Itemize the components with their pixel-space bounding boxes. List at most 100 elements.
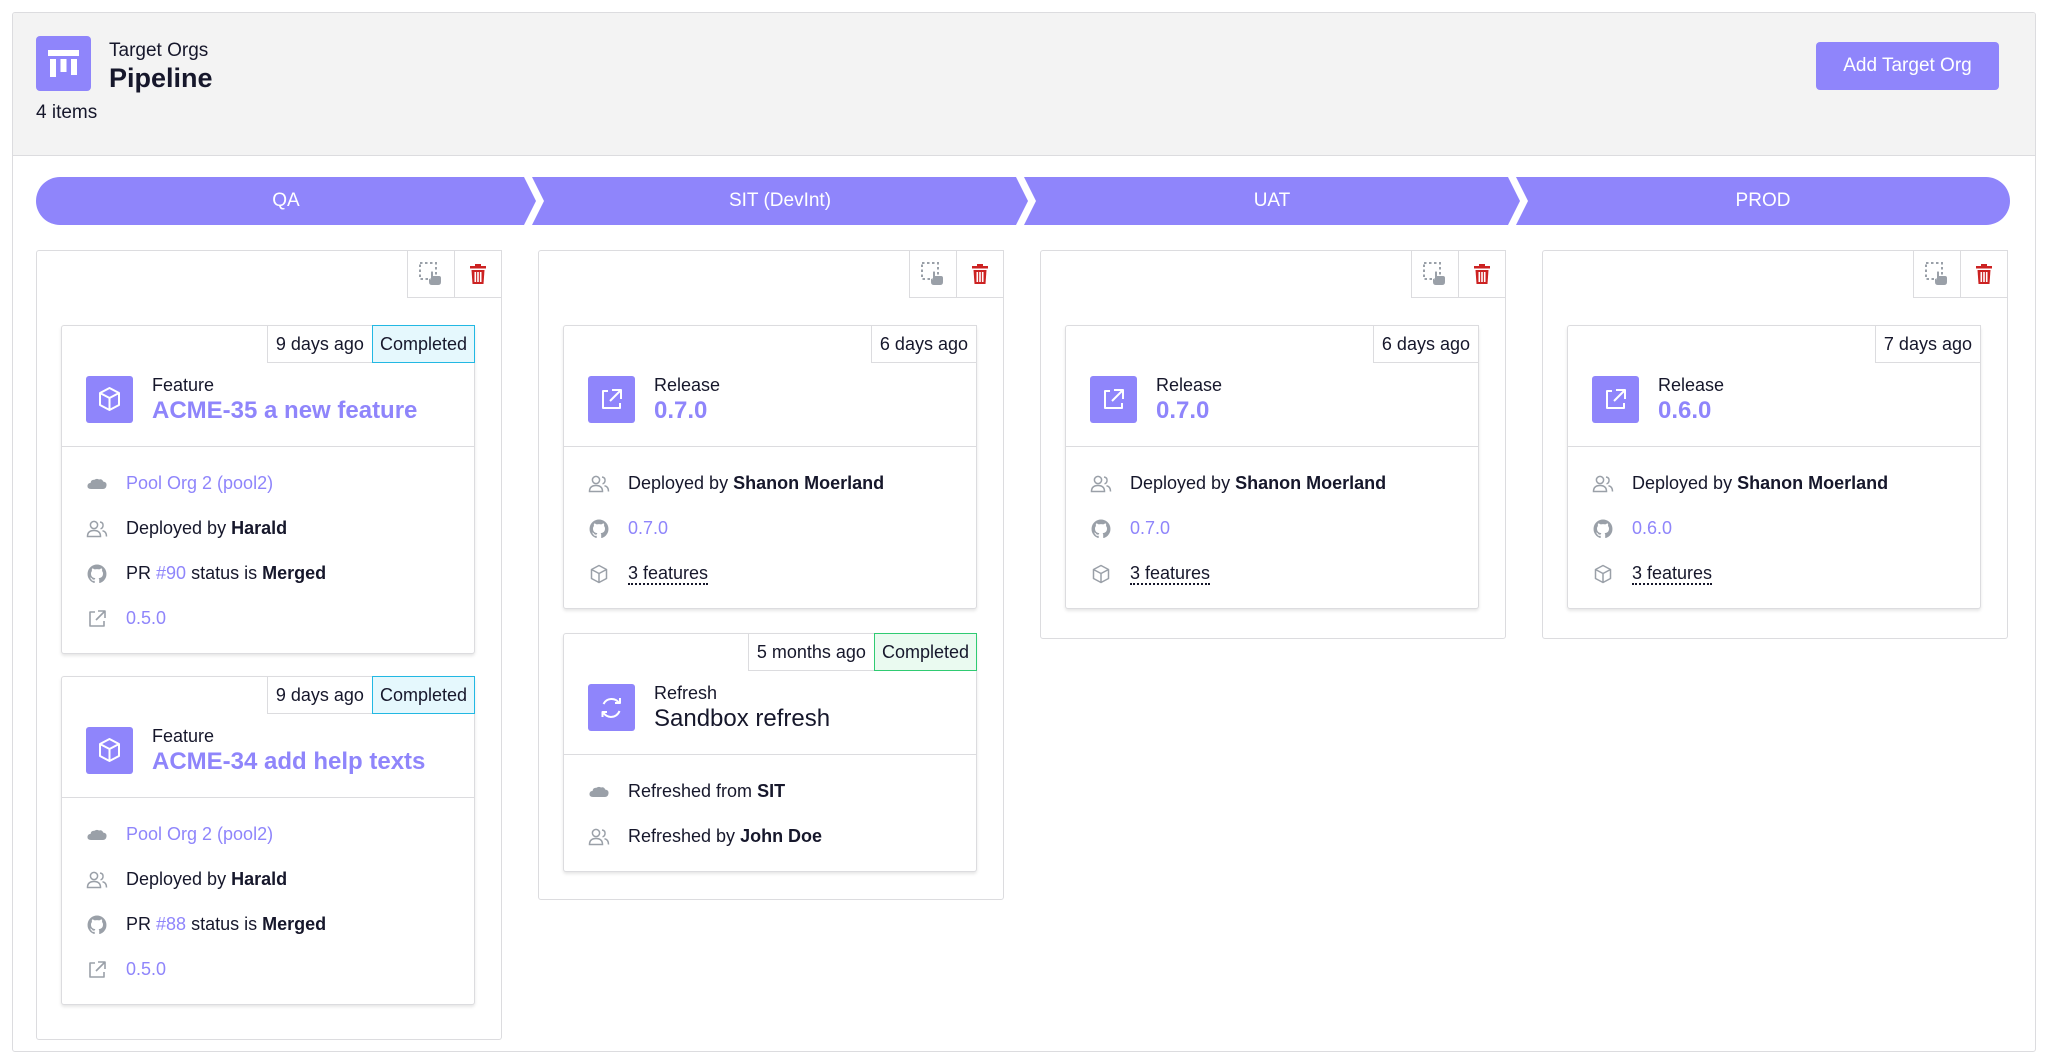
deployed-row: Deployed by Harald — [86, 857, 450, 902]
refreshed-by: John Doe — [740, 826, 823, 846]
refreshed-from-row: Refreshed from SIT — [588, 769, 952, 814]
select-icon — [1423, 262, 1445, 285]
time-badge: 6 days ago — [1372, 325, 1479, 363]
release-card[interactable]: 6 days ago Release 0.7.0 Deployed by Sha… — [563, 325, 977, 609]
select-button[interactable] — [1411, 250, 1459, 298]
features-link[interactable]: 3 features — [1130, 563, 1211, 585]
release-card[interactable]: 6 days ago Release 0.7.0 Deployed by Sha… — [1065, 325, 1479, 609]
trash-icon — [1976, 264, 1992, 284]
select-button[interactable] — [909, 250, 957, 298]
github-icon — [86, 563, 108, 585]
version-row: 0.6.0 — [1592, 506, 1956, 551]
refreshed-by-prefix: Refreshed by — [628, 826, 741, 846]
deployed-by: Shanon Moerland — [1737, 473, 1889, 493]
refresh-icon — [588, 684, 635, 731]
trash-icon — [470, 264, 486, 284]
card-type: Release — [654, 375, 721, 395]
pr-prefix: PR — [126, 914, 157, 934]
users-icon — [588, 473, 610, 495]
deployed-by: Harald — [231, 869, 288, 889]
card-title-link[interactable]: 0.6.0 — [1658, 397, 1711, 425]
cube-icon — [86, 727, 133, 774]
stage-qa[interactable]: QA — [36, 177, 536, 225]
deployment-card[interactable]: 9 days ago Completed Feature ACME-34 add… — [61, 676, 475, 1005]
column-uat: 6 days ago Release 0.7.0 Deployed by Sha… — [1040, 250, 1506, 639]
status-badge: Completed — [873, 633, 977, 671]
status-badge: Completed — [371, 676, 475, 714]
external-link-icon — [86, 608, 108, 630]
pipeline-page: Target Orgs Pipeline 4 items Add Target … — [12, 12, 2036, 1052]
card-title-link[interactable]: ACME-34 add help texts — [152, 748, 425, 776]
stage-prod[interactable]: PROD — [1516, 177, 2010, 225]
column-sit: 6 days ago Release 0.7.0 Deployed by Sha… — [538, 250, 1004, 900]
features-link[interactable]: 3 features — [1632, 563, 1713, 585]
pr-link[interactable]: #90 — [156, 563, 186, 583]
refresh-card[interactable]: 5 months ago Completed Refresh Sandbox r… — [563, 633, 977, 872]
deployed-by: Harald — [231, 518, 288, 538]
deployed-prefix: Deployed by — [628, 473, 734, 493]
trash-icon — [972, 264, 988, 284]
page-title: Pipeline — [109, 63, 213, 93]
cube-icon — [1090, 563, 1112, 585]
external-link-icon — [86, 959, 108, 981]
deployment-card[interactable]: 9 days ago Completed Feature ACME-35 a n… — [61, 325, 475, 654]
card-title-link[interactable]: ACME-35 a new feature — [152, 397, 417, 425]
pr-prefix: PR — [126, 563, 157, 583]
card-title-link[interactable]: 0.7.0 — [654, 397, 707, 425]
external-link-icon — [1592, 376, 1639, 423]
column-qa: 9 days ago Completed Feature ACME-35 a n… — [36, 250, 502, 1040]
card-type: Refresh — [654, 683, 718, 703]
stage-sit[interactable]: SIT (DevInt) — [532, 177, 1028, 225]
version-link[interactable]: 0.5.0 — [126, 608, 166, 628]
org-link[interactable]: Pool Org 2 (pool2) — [126, 473, 273, 493]
time-badge: 7 days ago — [1874, 325, 1981, 363]
card-title-link[interactable]: 0.7.0 — [1156, 397, 1209, 425]
external-link-icon — [1090, 376, 1137, 423]
deployed-prefix: Deployed by — [126, 518, 232, 538]
time-badge: 5 months ago — [747, 633, 875, 671]
pr-link[interactable]: #88 — [156, 914, 186, 934]
select-button[interactable] — [1913, 250, 1961, 298]
deployed-row: Deployed by Shanon Moerland — [1090, 461, 1454, 506]
card-type: Feature — [152, 375, 215, 395]
item-count: 4 items — [36, 102, 98, 123]
users-icon — [588, 826, 610, 848]
org-link[interactable]: Pool Org 2 (pool2) — [126, 824, 273, 844]
select-button[interactable] — [407, 250, 455, 298]
features-row: 3 features — [1090, 551, 1454, 596]
cube-icon — [86, 376, 133, 423]
cloud-icon — [86, 473, 108, 495]
version-row: 0.5.0 — [86, 596, 450, 641]
trash-icon — [1474, 264, 1490, 284]
status-badge: Completed — [371, 325, 475, 363]
select-icon — [921, 262, 943, 285]
delete-button[interactable] — [1458, 250, 1506, 298]
pr-row: PR #88 status is Merged — [86, 902, 450, 947]
external-link-icon — [588, 376, 635, 423]
add-target-org-button[interactable]: Add Target Org — [1816, 42, 1999, 90]
pr-status: Merged — [262, 563, 327, 583]
card-type: Release — [1658, 375, 1725, 395]
cloud-icon — [588, 781, 610, 803]
features-link[interactable]: 3 features — [628, 563, 709, 585]
delete-button[interactable] — [1960, 250, 2008, 298]
deployed-prefix: Deployed by — [1130, 473, 1236, 493]
release-card[interactable]: 7 days ago Release 0.6.0 Deployed by Sha… — [1567, 325, 1981, 609]
delete-button[interactable] — [956, 250, 1004, 298]
features-row: 3 features — [1592, 551, 1956, 596]
select-icon — [1925, 262, 1947, 285]
stage-bar: QA SIT (DevInt) UAT PROD — [36, 177, 2010, 227]
pr-mid: status is — [186, 914, 263, 934]
card-title: Sandbox refresh — [654, 705, 831, 732]
users-icon — [1592, 473, 1614, 495]
org-row: Pool Org 2 (pool2) — [86, 812, 450, 857]
pipeline-icon — [36, 36, 91, 91]
cube-icon — [588, 563, 610, 585]
version-link[interactable]: 0.7.0 — [628, 518, 668, 538]
stage-uat[interactable]: UAT — [1024, 177, 1520, 225]
version-link[interactable]: 0.5.0 — [126, 959, 166, 979]
version-link[interactable]: 0.6.0 — [1632, 518, 1672, 538]
time-badge: 6 days ago — [870, 325, 977, 363]
version-link[interactable]: 0.7.0 — [1130, 518, 1170, 538]
delete-button[interactable] — [454, 250, 502, 298]
